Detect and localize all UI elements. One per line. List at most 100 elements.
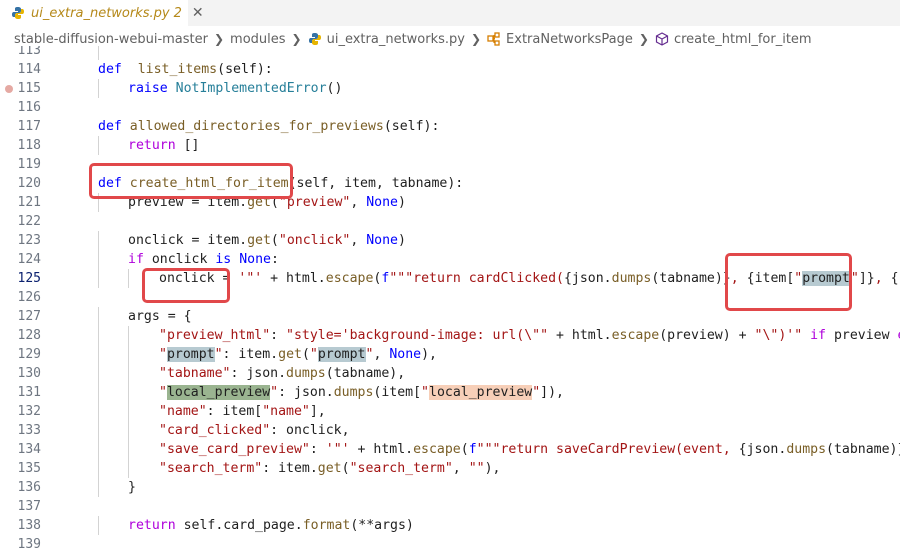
code-token: {json. (738, 442, 787, 457)
code-token: onclick (143, 252, 216, 267)
code-token: "\")'" (754, 328, 803, 343)
code-line[interactable]: 132 "name": item["name"], (0, 402, 900, 421)
indent-guide (128, 459, 129, 478)
code-token: dumps (611, 271, 652, 286)
indent-guide (98, 364, 99, 383)
annotation-box-def (89, 163, 293, 199)
method-icon (655, 32, 669, 46)
code-token: (**args) (350, 518, 414, 533)
code-line[interactable]: 138 return self.card_page.format(**args) (0, 516, 900, 535)
editor-tab[interactable]: ui_extra_networks.py 2 ✕ (0, 0, 204, 26)
breadcrumb-item-file[interactable]: ui_extra_networks.py (327, 32, 465, 47)
code-token: "save_card_preview" (159, 442, 310, 457)
annotation-box-prompt (725, 253, 852, 311)
code-line[interactable]: 115 raise NotImplementedError() (0, 79, 900, 98)
breakpoint-dot-icon[interactable] (5, 85, 13, 93)
code-token: ( (460, 442, 469, 457)
code-text: "tabname": json.dumps(tabname), (159, 364, 405, 383)
code-token: "onclick" (278, 233, 351, 248)
code-line[interactable]: 116 (0, 98, 900, 117)
code-text: "card_clicked": onclick, (159, 421, 350, 440)
code-token: "card_clicked" (159, 423, 271, 438)
code-line[interactable]: 135 "search_term": item.get("search_term"… (0, 459, 900, 478)
breadcrumb-item-class[interactable]: ExtraNetworksPage (506, 32, 633, 47)
python-icon (11, 6, 25, 20)
code-token: : (270, 328, 287, 343)
code-token: f (468, 442, 477, 457)
line-number: 118 (17, 138, 41, 153)
line-number: 116 (17, 100, 41, 115)
code-line[interactable]: 137 (0, 497, 900, 516)
code-line[interactable]: 113 (0, 46, 900, 60)
breadcrumb-item-modules[interactable]: modules (230, 32, 286, 47)
line-number: 122 (17, 214, 41, 229)
line-number: 126 (17, 290, 41, 305)
breadcrumb-item-root[interactable]: stable-diffusion-webui-master (14, 32, 208, 47)
code-token: {"tru (890, 271, 900, 286)
indent-guide (98, 345, 99, 364)
close-icon[interactable]: ✕ (192, 5, 204, 21)
line-number: 138 (17, 518, 41, 533)
line-number: 136 (17, 480, 41, 495)
indent-guide (98, 250, 99, 269)
code-token: " (850, 271, 859, 286)
indent-guide (98, 421, 99, 440)
code-token: " (159, 385, 167, 400)
code-line[interactable]: 134 "save_card_preview": '"' + html.escap… (0, 440, 900, 459)
code-line[interactable]: 118 return [] (0, 136, 900, 155)
indent-guide (98, 326, 99, 345)
code-token: ), (484, 461, 501, 476)
code-token: '"' (325, 442, 350, 457)
code-token: "preview_html" (159, 328, 271, 343)
code-line[interactable]: 128 "preview_html": "style='background-im… (0, 326, 900, 345)
line-number: 130 (17, 366, 41, 381)
code-token: preview (826, 328, 898, 343)
code-line[interactable]: 136} (0, 478, 900, 497)
code-line[interactable]: 133 "card_clicked": onclick, (0, 421, 900, 440)
code-token: format (302, 518, 351, 533)
code-token: , (350, 195, 367, 210)
code-line[interactable]: 122 (0, 212, 900, 231)
line-number: 132 (17, 404, 41, 419)
code-token: def (98, 119, 122, 134)
code-token: " (270, 385, 279, 400)
code-line[interactable]: 123 onclick = item.get("onclick", None) (0, 231, 900, 250)
problems-count-badge: 2 (173, 5, 182, 21)
code-token: get (278, 347, 302, 362)
code-line[interactable]: 117 def allowed_directories_for_previews(… (0, 117, 900, 136)
indent-guide (98, 307, 99, 326)
code-token: ), (421, 347, 437, 362)
code-token: """return saveCardPreview(event, (476, 442, 739, 457)
code-token: args = { (128, 309, 192, 324)
line-number: 128 (17, 328, 41, 343)
indent-guide (128, 326, 129, 345)
breadcrumb-item-method[interactable]: create_html_for_item (674, 32, 812, 47)
code-text: "save_card_preview": '"' + html.escape(f… (159, 440, 900, 459)
code-line[interactable]: 131 "local_preview": json.dumps(item["loc… (0, 383, 900, 402)
code-token: [] (175, 138, 200, 153)
code-token: " (309, 347, 318, 362)
code-token: " (214, 347, 223, 362)
code-token: onclick = item. (128, 233, 248, 248)
code-token: : (309, 442, 326, 457)
code-token: (tabname)} (651, 271, 731, 286)
code-text: onclick = item.get("onclick", None) (128, 231, 406, 250)
code-line[interactable]: 129 "prompt": item.get("prompt", None), (0, 345, 900, 364)
code-line[interactable]: 139 (0, 535, 900, 550)
code-text: return self.card_page.format(**args) (128, 516, 414, 535)
code-text: def allowed_directories_for_previews(sel… (98, 117, 439, 136)
chevron-right-icon: ❯ (213, 32, 225, 46)
code-token: if (128, 252, 144, 267)
code-token: (tabname)} (826, 442, 900, 457)
code-line[interactable]: 114 def list_items(self): (0, 60, 900, 79)
code-line[interactable]: 130 "tabname": json.dumps(tabname), (0, 364, 900, 383)
indent-guide (98, 269, 99, 288)
indent-guide (98, 79, 99, 98)
code-token: escape (325, 271, 374, 286)
code-token: ]), (540, 385, 564, 400)
code-token: () (326, 81, 343, 96)
code-token: + html. (262, 271, 326, 286)
code-token: list_items (137, 62, 218, 77)
code-text: args = { (128, 307, 192, 326)
code-text: "preview_html": "style='background-image… (159, 326, 900, 345)
